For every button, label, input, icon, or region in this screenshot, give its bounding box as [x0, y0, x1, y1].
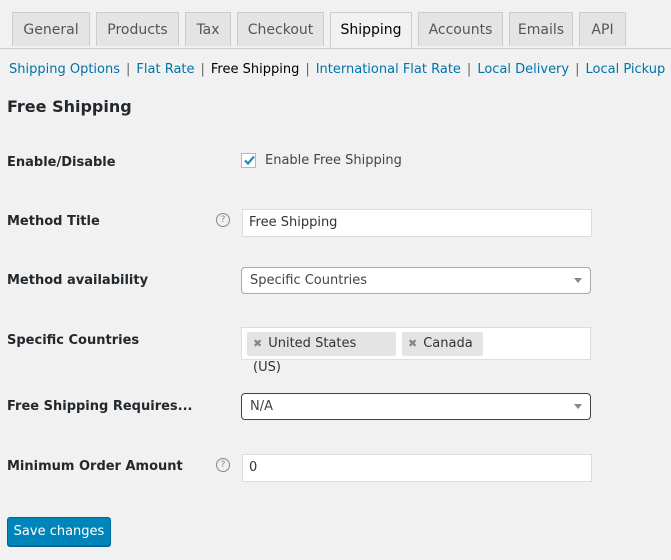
subnav-international-flat-rate[interactable]: International Flat Rate	[316, 62, 461, 77]
tab-accounts[interactable]: Accounts	[418, 12, 503, 46]
subnav-separator: |	[305, 62, 310, 77]
country-chip: ✖ Canada	[402, 332, 483, 356]
tab-tax[interactable]: Tax	[185, 12, 231, 46]
requires-select[interactable]: N/A	[241, 393, 591, 420]
enable-checkbox-label[interactable]: Enable Free Shipping	[265, 153, 402, 168]
save-changes-button[interactable]: Save changes	[7, 517, 111, 546]
min-amount-label: Minimum Order Amount	[7, 459, 183, 474]
enable-checkbox[interactable]	[241, 153, 256, 168]
tab-api[interactable]: API	[579, 12, 626, 46]
tab-shipping[interactable]: Shipping	[330, 12, 412, 48]
countries-multiselect[interactable]: ✖ United States (US) ✖ Canada	[241, 327, 591, 375]
countries-label: Specific Countries	[7, 333, 140, 348]
settings-tabs: General Products Tax Checkout Shipping A…	[0, 0, 671, 49]
subnav-separator: |	[126, 62, 131, 77]
availability-value: Specific Countries	[250, 273, 368, 288]
checkmark-icon	[244, 155, 255, 166]
subnav-separator: |	[466, 62, 472, 77]
subnav-local-pickup[interactable]: Local Pickup	[586, 62, 666, 77]
subnav-separator: |	[200, 62, 205, 77]
remove-icon[interactable]: ✖	[253, 337, 262, 350]
requires-label: Free Shipping Requires...	[7, 399, 193, 414]
tab-general[interactable]: General	[12, 12, 90, 46]
help-icon[interactable]: ?	[216, 213, 230, 227]
page-title: Free Shipping	[7, 97, 132, 116]
method-title-label: Method Title	[7, 214, 100, 229]
tab-checkout[interactable]: Checkout	[237, 12, 324, 46]
tab-emails[interactable]: Emails	[509, 12, 573, 46]
dropdown-arrow-icon	[574, 278, 582, 283]
availability-label: Method availability	[7, 273, 149, 288]
subnav-local-delivery[interactable]: Local Delivery	[477, 62, 569, 77]
subnav-flat-rate[interactable]: Flat Rate	[136, 62, 194, 77]
subnav-free-shipping: Free Shipping	[210, 62, 300, 77]
availability-select[interactable]: Specific Countries	[241, 267, 591, 294]
subnav-shipping-options[interactable]: Shipping Options	[9, 62, 120, 77]
shipping-subnav: Shipping Options | Flat Rate | Free Shipping…	[9, 61, 665, 79]
method-title-input[interactable]: Free Shipping	[242, 209, 592, 237]
tab-products[interactable]: Products	[96, 12, 179, 46]
country-chip-label: Canada	[423, 336, 473, 351]
dropdown-arrow-icon	[574, 404, 582, 409]
requires-value: N/A	[250, 399, 273, 414]
help-icon[interactable]: ?	[216, 458, 230, 472]
subnav-separator: |	[575, 62, 580, 77]
enable-label: Enable/Disable	[7, 155, 116, 170]
min-amount-input[interactable]: 0	[242, 454, 592, 482]
remove-icon[interactable]: ✖	[408, 337, 417, 350]
country-chip-label: United States (US)	[253, 336, 357, 375]
country-chip: ✖ United States (US)	[247, 332, 396, 375]
